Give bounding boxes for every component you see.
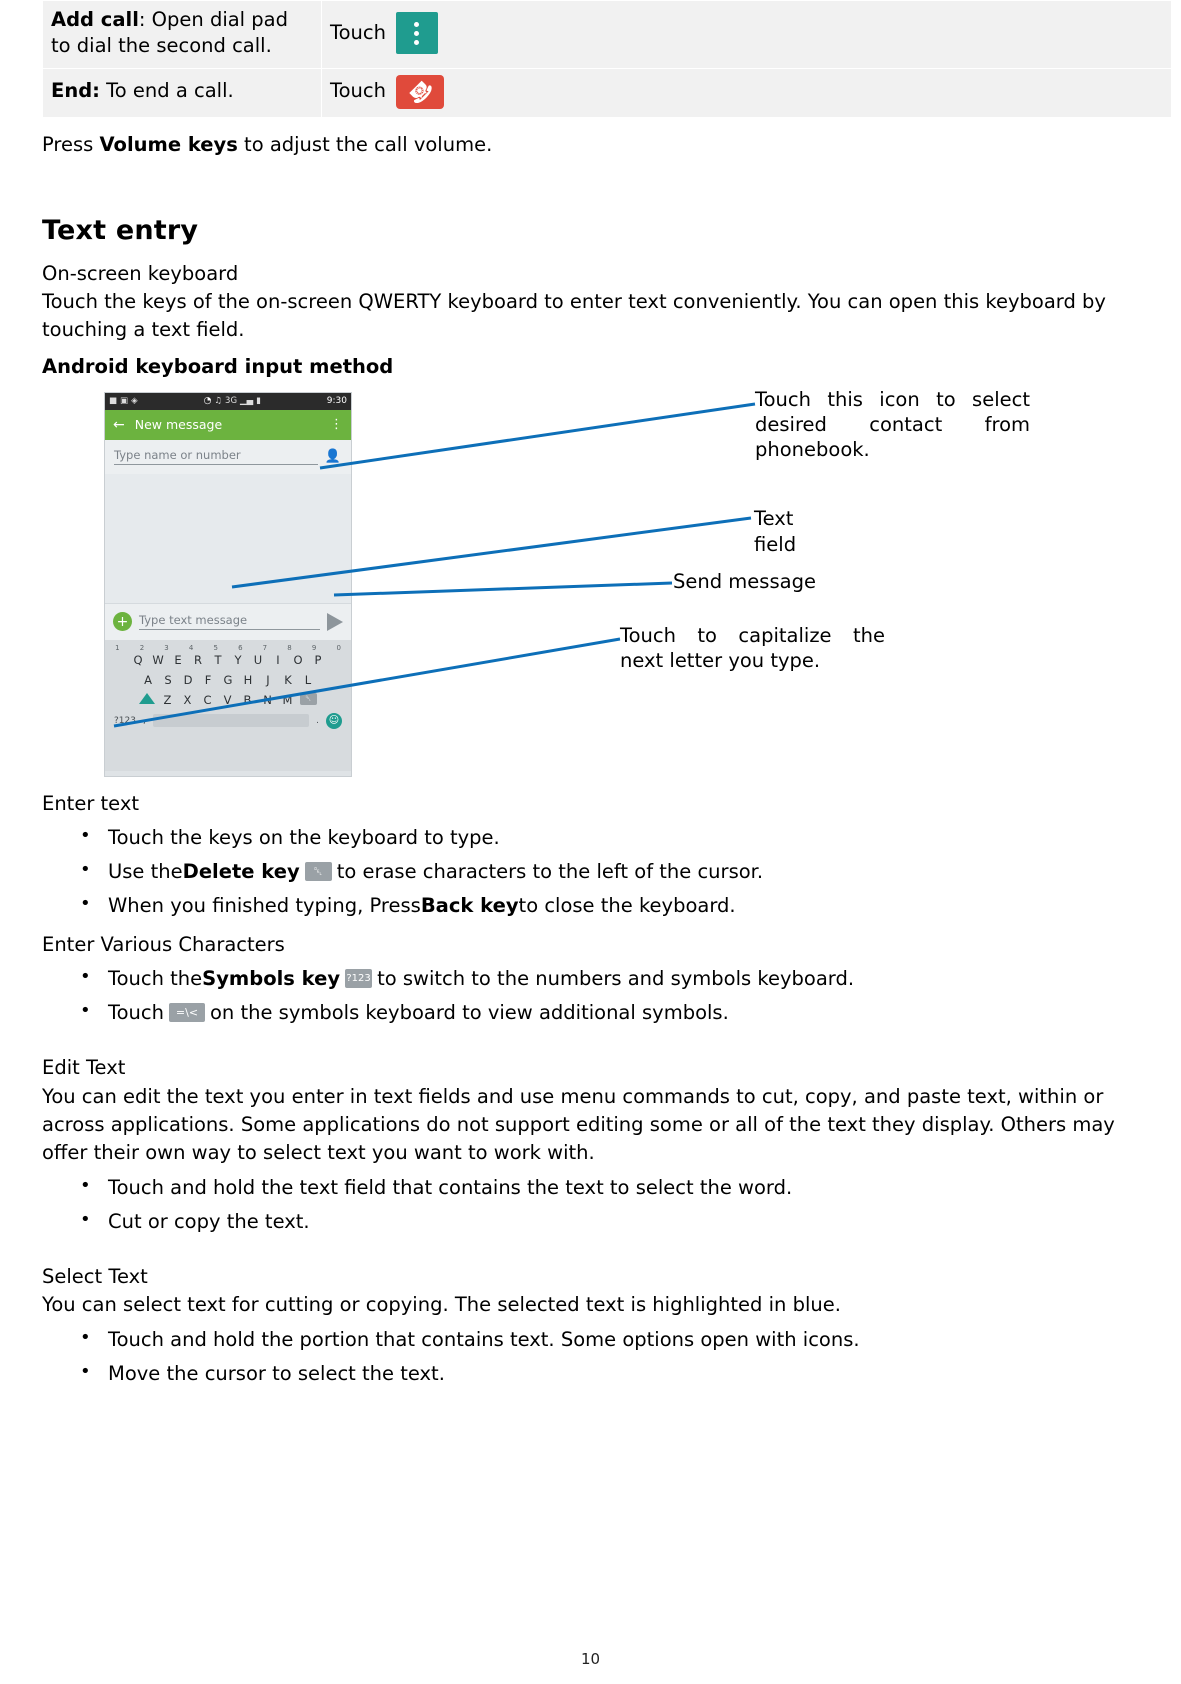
dialpad-more-icon bbox=[395, 12, 438, 55]
edit-text-list: Touch and hold the text field that conta… bbox=[42, 1172, 1139, 1237]
back-key-label: Back key bbox=[420, 894, 519, 918]
list-item: Move the cursor to select the text. bbox=[80, 1358, 1139, 1388]
various-chars-title: Enter Various Characters bbox=[42, 932, 285, 956]
symbols-key-label: Symbols key bbox=[202, 966, 341, 990]
list-item-text: Cut or copy the text. bbox=[108, 1209, 310, 1233]
callout-capitalize: Touch to capitalize the next letter you … bbox=[620, 623, 885, 672]
table-row: Add call: Open dial pad to dial the seco… bbox=[42, 0, 1172, 69]
edit-text-paragraph: You can edit the text you enter in text … bbox=[42, 1084, 1115, 1165]
table-cell-action: Touch ☎ bbox=[321, 67, 1172, 118]
various-chars-list: Touch the Symbols key ?123 to switch to … bbox=[42, 963, 1139, 1028]
callout-send-message: Send message bbox=[673, 569, 816, 593]
table-row: End: To end a call. Touch ☎ bbox=[42, 67, 1172, 118]
symbols-key-icon: ?123 bbox=[345, 969, 373, 989]
table-cell-action: Touch bbox=[321, 0, 1172, 69]
page-number: 10 bbox=[580, 1650, 601, 1668]
callout-select-contact: Touch this icon to select desired contac… bbox=[755, 387, 1030, 461]
list-item-post: on the symbols keyboard to view addition… bbox=[209, 1001, 729, 1025]
row-label-bold: End: bbox=[51, 79, 100, 103]
enter-text-list: Touch the keys on the keyboard to type. … bbox=[42, 822, 1139, 921]
list-item: When you finished typing, Press Back key… bbox=[80, 890, 1139, 920]
onscreen-keyboard-paragraph: Touch the keys of the on-screen QWERTY k… bbox=[42, 290, 1106, 342]
delete-key-label: Delete key bbox=[182, 860, 300, 884]
list-item-text: Touch and hold the text field that conta… bbox=[108, 1175, 793, 1199]
delete-key-icon: ␡ bbox=[304, 862, 332, 882]
list-item-text: Touch and hold the portion that contains… bbox=[108, 1327, 860, 1351]
list-item-pre: When you finished typing, Press bbox=[108, 894, 421, 918]
list-item: Touch and hold the text field that conta… bbox=[80, 1172, 1139, 1202]
list-item: Touch the keys on the keyboard to type. bbox=[80, 822, 1139, 852]
list-item-text: Move the cursor to select the text. bbox=[108, 1361, 445, 1385]
android-keyboard-subheading: Android keyboard input method bbox=[42, 354, 394, 378]
row-label-rest: To end a call. bbox=[99, 79, 234, 103]
list-item-pre: Touch the bbox=[108, 966, 203, 990]
end-call-icon: ☎ bbox=[395, 74, 444, 110]
touch-word: Touch bbox=[330, 79, 386, 103]
document-page: Add call: Open dial pad to dial the seco… bbox=[0, 0, 1181, 1684]
select-text-paragraph: You can select text for cutting or copyi… bbox=[42, 1293, 841, 1317]
section-heading-text-entry: Text entry bbox=[42, 214, 199, 246]
call-options-table: Add call: Open dial pad to dial the seco… bbox=[42, 0, 1172, 118]
callout-text-field-line1: Text bbox=[754, 506, 794, 530]
row-label-bold: Add call bbox=[51, 8, 139, 31]
select-text-title: Select Text bbox=[42, 1265, 148, 1289]
volume-note-pre: Press bbox=[42, 132, 100, 156]
list-item-text: Touch the keys on the keyboard to type. bbox=[108, 825, 500, 849]
backslash-key-icon: =\< bbox=[168, 1003, 205, 1023]
list-item-pre: Touch bbox=[108, 1001, 164, 1025]
callout-text-field-line2: field bbox=[754, 532, 797, 556]
onscreen-keyboard-label: On-screen keyboard bbox=[42, 261, 239, 285]
table-cell-label: End: To end a call. bbox=[42, 67, 322, 118]
list-item: Touch =\< on the symbols keyboard to vie… bbox=[80, 997, 1139, 1027]
edit-text-title: Edit Text bbox=[42, 1056, 126, 1080]
volume-note: Press Volume keys to adjust the call vol… bbox=[42, 131, 1139, 159]
enter-text-title: Enter text bbox=[42, 791, 140, 815]
list-item: Use the Delete key ␡ to erase characters… bbox=[80, 856, 1139, 886]
list-item-post: to close the keyboard. bbox=[518, 894, 736, 918]
list-item: Touch the Symbols key ?123 to switch to … bbox=[80, 963, 1139, 993]
keyboard-figure: ■ ▣ ◈ ◔ ♫ 3G ▁▄ ▮ 9:30 ← New message ⋮ T… bbox=[42, 387, 1139, 790]
table-cell-label: Add call: Open dial pad to dial the seco… bbox=[42, 0, 322, 69]
list-item-post: to switch to the numbers and symbols key… bbox=[377, 966, 855, 990]
list-item-pre: Use the bbox=[108, 860, 183, 884]
select-text-list: Touch and hold the portion that contains… bbox=[42, 1324, 1139, 1389]
list-item: Touch and hold the portion that contains… bbox=[80, 1324, 1139, 1354]
list-item-post: to erase characters to the left of the c… bbox=[336, 860, 764, 884]
touch-word: Touch bbox=[330, 21, 386, 45]
volume-note-post: to adjust the call volume. bbox=[237, 132, 493, 156]
list-item: Cut or copy the text. bbox=[80, 1206, 1139, 1236]
volume-keys-label: Volume keys bbox=[99, 132, 238, 156]
